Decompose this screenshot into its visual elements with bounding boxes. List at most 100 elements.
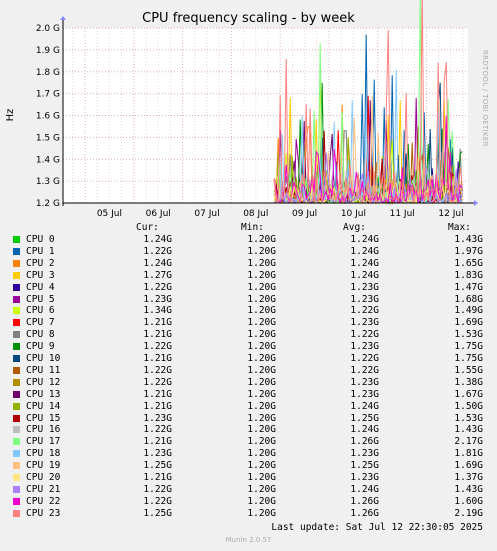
legend-value-min: 1.20G bbox=[247, 317, 276, 329]
legend-series-name: CPU 22 bbox=[26, 495, 61, 507]
legend-value-avg: 1.22G bbox=[350, 329, 379, 341]
legend-swatch bbox=[13, 378, 20, 386]
legend-value-avg: 1.24G bbox=[350, 424, 379, 436]
legend-value-min: 1.20G bbox=[247, 234, 276, 245]
legend-row: CPU 3 1.27G 1.20G 1.24G 1.83G bbox=[0, 270, 497, 282]
legend-row: CPU 2 1.24G 1.20G 1.24G 1.65G bbox=[0, 258, 497, 270]
legend-value-cur: 1.21G bbox=[143, 436, 172, 448]
legend-swatch bbox=[13, 485, 20, 493]
legend-value-cur: 1.22G bbox=[143, 495, 172, 507]
legend-value-avg: 1.24G bbox=[350, 257, 379, 269]
legend-swatch bbox=[13, 426, 20, 434]
legend-row: CPU 4 1.22G 1.20G 1.23G 1.47G bbox=[0, 282, 497, 294]
legend-value-max: 2.19G bbox=[454, 507, 483, 519]
legend-swatch bbox=[13, 247, 20, 255]
legend-row: CPU 19 1.25G 1.20G 1.25G 1.69G bbox=[0, 460, 497, 472]
legend-row: CPU 22 1.22G 1.20G 1.26G 1.60G bbox=[0, 496, 497, 508]
legend-value-min: 1.20G bbox=[247, 353, 276, 364]
legend-value-cur: 1.22G bbox=[143, 483, 172, 495]
legend-swatch bbox=[13, 283, 20, 291]
legend-value-avg: 1.24G bbox=[350, 234, 379, 245]
legend-value-avg: 1.22G bbox=[350, 305, 379, 317]
legend-value-min: 1.20G bbox=[247, 400, 276, 412]
legend-row: CPU 1 1.22G 1.20G 1.24G 1.97G bbox=[0, 246, 497, 258]
legend-value-avg: 1.26G bbox=[350, 495, 379, 507]
legend-row: CPU 16 1.22G 1.20G 1.24G 1.43G bbox=[0, 424, 497, 436]
legend-value-min: 1.20G bbox=[247, 341, 276, 353]
legend-value-cur: 1.25G bbox=[143, 507, 172, 519]
legend-value-max: 1.75G bbox=[454, 353, 483, 364]
legend-swatch bbox=[13, 331, 20, 339]
legend-value-max: 1.83G bbox=[454, 269, 483, 281]
legend-value-avg: 1.22G bbox=[350, 364, 379, 376]
legend: Cur: Min: Avg: Max: CPU 0 1.24G 1.20G 1.24G… bbox=[0, 0, 497, 551]
legend-swatch bbox=[13, 307, 20, 315]
legend-row: CPU 10 1.21G 1.20G 1.22G 1.75G bbox=[0, 353, 497, 365]
legend-value-avg: 1.24G bbox=[350, 483, 379, 495]
legend-value-cur: 1.21G bbox=[143, 329, 172, 341]
legend-header-cur: Cur: bbox=[136, 222, 159, 233]
legend-swatch bbox=[13, 259, 20, 267]
legend-value-avg: 1.26G bbox=[350, 507, 379, 519]
legend-swatch bbox=[13, 271, 20, 279]
legend-value-cur: 1.34G bbox=[143, 305, 172, 317]
legend-row: CPU 21 1.22G 1.20G 1.24G 1.43G bbox=[0, 484, 497, 496]
legend-row: CPU 11 1.22G 1.20G 1.22G 1.55G bbox=[0, 365, 497, 377]
legend-value-avg: 1.22G bbox=[350, 353, 379, 364]
legend-swatch bbox=[13, 355, 20, 362]
legend-series-name: CPU 17 bbox=[26, 436, 61, 448]
legend-value-min: 1.20G bbox=[247, 257, 276, 269]
legend-series-name: CPU 21 bbox=[26, 483, 61, 495]
legend-value-min: 1.20G bbox=[247, 388, 276, 400]
legend-value-cur: 1.25G bbox=[143, 460, 172, 472]
legend-value-min: 1.20G bbox=[247, 495, 276, 507]
legend-value-avg: 1.23G bbox=[350, 293, 379, 305]
legend-series-name: CPU 4 bbox=[26, 281, 55, 293]
legend-value-min: 1.20G bbox=[247, 460, 276, 472]
legend-row: CPU 7 1.21G 1.20G 1.23G 1.69G bbox=[0, 317, 497, 329]
legend-value-cur: 1.23G bbox=[143, 293, 172, 305]
legend-swatch bbox=[13, 343, 20, 351]
legend-swatch bbox=[13, 474, 20, 481]
legend-value-max: 1.37G bbox=[454, 472, 483, 483]
legend-value-max: 1.53G bbox=[454, 329, 483, 341]
legend-row: CPU 18 1.23G 1.20G 1.23G 1.81G bbox=[0, 448, 497, 460]
legend-row: CPU 13 1.21G 1.20G 1.23G 1.67G bbox=[0, 389, 497, 401]
legend-value-cur: 1.24G bbox=[143, 234, 172, 245]
legend-value-max: 1.65G bbox=[454, 257, 483, 269]
legend-series-name: CPU 11 bbox=[26, 364, 61, 376]
last-update: Last update: Sat Jul 12 22:30:05 2025 bbox=[271, 522, 483, 533]
legend-value-max: 1.47G bbox=[454, 281, 483, 293]
legend-value-cur: 1.21G bbox=[143, 472, 172, 483]
legend-value-min: 1.20G bbox=[247, 483, 276, 495]
legend-value-avg: 1.23G bbox=[350, 341, 379, 353]
legend-value-cur: 1.21G bbox=[143, 317, 172, 329]
legend-value-min: 1.20G bbox=[247, 269, 276, 281]
legend-value-avg: 1.24G bbox=[350, 269, 379, 281]
legend-value-avg: 1.23G bbox=[350, 388, 379, 400]
legend-value-avg: 1.24G bbox=[350, 400, 379, 412]
legend-value-max: 1.81G bbox=[454, 448, 483, 460]
legend-series-name: CPU 16 bbox=[26, 424, 61, 436]
legend-swatch bbox=[13, 402, 20, 410]
legend-header-avg: Avg: bbox=[343, 222, 366, 233]
legend-value-max: 1.55G bbox=[454, 364, 483, 376]
legend-series-name: CPU 10 bbox=[26, 353, 61, 364]
legend-swatch bbox=[13, 390, 20, 398]
legend-value-max: 1.50G bbox=[454, 400, 483, 412]
legend-swatch bbox=[13, 462, 20, 470]
legend-series-name: CPU 14 bbox=[26, 400, 61, 412]
legend-value-cur: 1.21G bbox=[143, 353, 172, 364]
legend-value-max: 2.17G bbox=[454, 436, 483, 448]
legend-value-cur: 1.24G bbox=[143, 257, 172, 269]
legend-value-min: 1.20G bbox=[247, 448, 276, 460]
legend-value-max: 1.38G bbox=[454, 376, 483, 388]
legend-value-cur: 1.22G bbox=[143, 281, 172, 293]
legend-value-avg: 1.23G bbox=[350, 281, 379, 293]
legend-value-max: 1.69G bbox=[454, 460, 483, 472]
legend-value-max: 1.43G bbox=[454, 483, 483, 495]
legend-value-cur: 1.23G bbox=[143, 448, 172, 460]
legend-series-name: CPU 13 bbox=[26, 388, 61, 400]
legend-series-name: CPU 8 bbox=[26, 329, 55, 341]
legend-row: CPU 5 1.23G 1.20G 1.23G 1.68G bbox=[0, 294, 497, 306]
